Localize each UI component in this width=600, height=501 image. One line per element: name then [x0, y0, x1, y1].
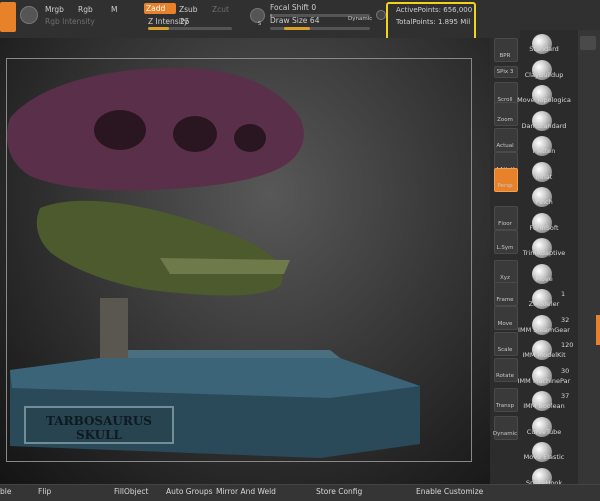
bottombar-auto-groups-button[interactable]: Auto Groups [166, 487, 213, 496]
plinth-top-edge [100, 350, 340, 358]
brush-count: 30 [561, 366, 570, 375]
rgb-button[interactable]: Rgb [78, 5, 93, 14]
brush-label[interactable]: FormSoft [514, 224, 574, 232]
brush-label[interactable]: IMM ModelKit [514, 351, 574, 359]
panel-tab[interactable] [580, 36, 596, 50]
m-button[interactable]: M [111, 5, 117, 14]
brush-label[interactable]: IMM SteamGear [514, 326, 574, 334]
skull-antorbital [234, 124, 266, 152]
brush-count: 1 [561, 290, 566, 298]
plaque-text: TARBOSAURUS SKULL [46, 414, 152, 442]
brush-label[interactable]: ZModeler [514, 300, 574, 308]
shelf-bpr-label: BPR [499, 53, 511, 59]
jaw-teeth [160, 258, 290, 274]
s-icon: S [258, 21, 262, 27]
z-intensity-slider[interactable]: Z Intensity 25 [144, 16, 236, 30]
brush-label[interactable]: Pinch [514, 198, 574, 206]
bottombar-flip-button[interactable]: Flip [38, 487, 51, 496]
brush-label[interactable]: Inflat [514, 173, 574, 181]
brush-label[interactable]: ClayBuildup [514, 71, 574, 79]
brush-label[interactable]: Move Topologica [514, 96, 574, 104]
brush-count: 120 [561, 341, 574, 349]
brush-label[interactable]: TrimAdaptive [514, 249, 574, 257]
dot-icon [376, 10, 386, 20]
bottom-bar [0, 484, 600, 501]
zcut-button[interactable]: Zcut [212, 5, 229, 14]
shelf-persp-label: Persp [497, 183, 513, 189]
brush-label[interactable]: DamStandard [514, 122, 574, 130]
active-points: ActivePoints: 656,000 [396, 6, 473, 14]
lower-jaw [36, 200, 283, 296]
dynamic-button[interactable]: Dynamic [348, 16, 372, 22]
brush-count: 37 [561, 392, 570, 400]
zadd-button[interactable]: Zadd [144, 3, 176, 14]
bottombar-ble-button[interactable]: ble [0, 487, 11, 496]
draw-size-track [270, 27, 370, 30]
z-intensity-value: 25 [180, 17, 190, 26]
focal-shift-label: Focal Shift [270, 3, 309, 12]
bottombar-enable-customize-button[interactable]: Enable Customize [416, 487, 483, 496]
focal-shift-value: 0 [311, 3, 317, 12]
brush-count: 32 [561, 315, 570, 324]
brush-label[interactable]: IMM Boolean [514, 402, 574, 410]
brush-label[interactable]: IMM MachinePar [514, 377, 574, 385]
z-intensity-track [148, 27, 232, 30]
total-points: TotalPoints: 1.895 Mil [396, 18, 471, 26]
skull-orbit [173, 116, 217, 152]
stand-post [100, 298, 128, 358]
bottombar-fillobject-button[interactable]: FillObject [114, 487, 148, 496]
brush-label[interactable]: Flatten [514, 147, 574, 155]
texture-icon[interactable] [20, 6, 38, 24]
skull-fenestra [94, 110, 146, 150]
right-edge-panel [578, 30, 600, 484]
brush-label[interactable]: Standard [514, 45, 574, 53]
draw-size-value: 64 [309, 16, 320, 25]
brush-label[interactable]: Move Elastic [514, 453, 574, 461]
rgb-intensity-slider[interactable]: Rgb Intensity [45, 17, 95, 26]
brush-label[interactable]: Move [514, 275, 574, 283]
z-intensity-fill [148, 27, 169, 30]
mrgb-button[interactable]: Mrgb [45, 5, 64, 14]
bottombar-store-config-button[interactable]: Store Config [316, 487, 362, 496]
focal-shift-slider[interactable]: Focal Shift 0 [270, 3, 376, 17]
zsub-button[interactable]: Zsub [179, 5, 198, 14]
brush-label[interactable]: CurveTube [514, 428, 574, 436]
orange-tab[interactable] [596, 315, 600, 345]
bottombar-mirror-and-weld-button[interactable]: Mirror And Weld [216, 487, 276, 496]
material-swatch[interactable] [0, 2, 16, 32]
draw-size-label: Draw Size [270, 16, 308, 25]
